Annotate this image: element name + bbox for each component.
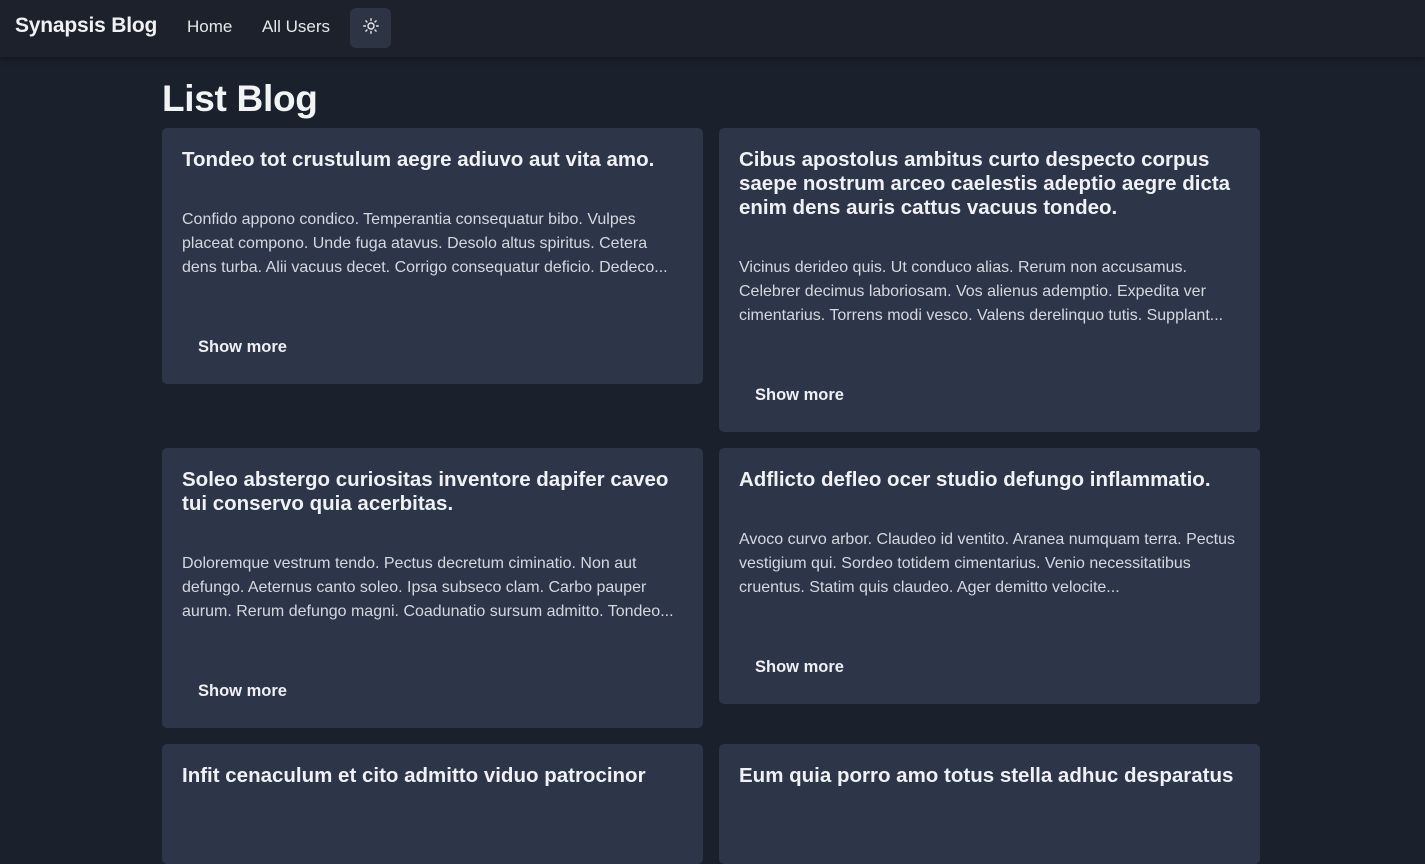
nav-link-home[interactable]: Home [187,17,232,37]
top-navbar: Synapsis Blog Home All Users [0,0,1425,57]
blog-card-title: Soleo abstergo curiositas inventore dapi… [182,468,669,515]
blog-card: Soleo abstergo curiositas inventore dapi… [162,448,703,728]
blog-card-excerpt: Avoco curvo arbor. Claudeo id ventito. A… [739,531,1235,596]
show-more-button[interactable]: Show more [739,376,860,415]
blog-card-excerpt: Doloremque vestrum tendo. Pectus decretu… [182,555,674,620]
page-title: List Blog [162,78,318,119]
theme-toggle-button[interactable] [350,8,391,48]
blog-card-title: Infit cenaculum et cito admitto viduo pa… [182,764,646,787]
blog-card: Tondeo tot crustulum aegre adiuvo aut vi… [162,128,703,384]
blog-card-title: Adflicto defleo ocer studio defungo infl… [739,468,1211,491]
blog-card: Cibus apostolus ambitus curto despecto c… [719,128,1260,432]
sun-icon [362,17,379,39]
blog-card-title: Eum quia porro amo totus stella adhuc de… [739,764,1234,787]
blog-card: Eum quia porro amo totus stella adhuc de… [719,744,1260,864]
show-more-button[interactable]: Show more [739,648,860,687]
show-more-button[interactable]: Show more [182,672,303,711]
blog-card-title: Tondeo tot crustulum aegre adiuvo aut vi… [182,148,655,171]
blog-card: Infit cenaculum et cito admitto viduo pa… [162,744,703,864]
nav-link-all-users[interactable]: All Users [262,17,330,37]
blog-card-excerpt: Vicinus derideo quis. Ut conduco alias. … [739,259,1224,324]
blog-card-excerpt: Confido appono condico. Temperantia cons… [182,211,668,276]
blog-card-title: Cibus apostolus ambitus curto despecto c… [739,148,1231,219]
show-more-button[interactable]: Show more [182,328,303,367]
blog-card: Adflicto defleo ocer studio defungo infl… [719,448,1260,704]
brand-logo-text[interactable]: Synapsis Blog [15,14,157,38]
